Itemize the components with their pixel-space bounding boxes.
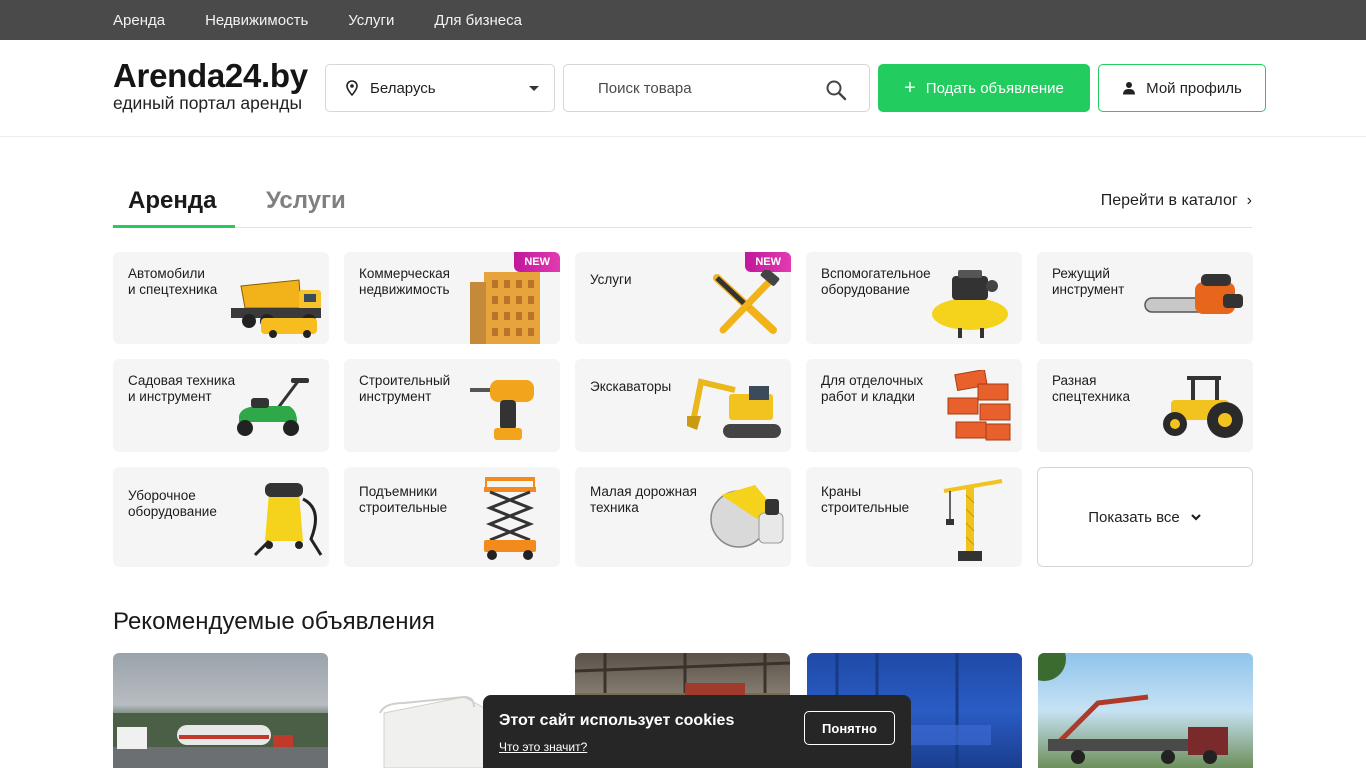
- top-navigation-bar: Аренда Недвижимость Услуги Для бизнеса: [0, 0, 1366, 40]
- top-nav-business[interactable]: Для бизнеса: [434, 12, 522, 29]
- lawnmower-icon: [237, 378, 309, 436]
- category-label: Для отделочных работ и кладки: [821, 373, 924, 404]
- region-select-value: Беларусь: [370, 79, 436, 97]
- top-nav-services[interactable]: Услуги: [348, 12, 394, 29]
- dump-truck-icon: [231, 279, 321, 338]
- compressor-icon: [932, 270, 1008, 338]
- site-header: Arenda24.by единый портал аренды Беларус…: [0, 40, 1366, 137]
- logo-name: Arenda24.by: [113, 57, 308, 94]
- category-card-lifts[interactable]: Подъемники строительные: [344, 467, 560, 567]
- search-input[interactable]: [565, 66, 815, 110]
- site-logo[interactable]: Arenda24.by единый портал аренды: [113, 57, 308, 113]
- category-card-cranes[interactable]: Краны строительные: [806, 467, 1022, 567]
- category-label: Вспомогательное оборудование: [821, 266, 931, 297]
- top-nav-rent[interactable]: Аренда: [113, 12, 165, 29]
- category-label: Краны строительные: [821, 484, 910, 515]
- category-label: Уборочное оборудование: [128, 488, 217, 519]
- catalog-link-label: Перейти в каталог: [1100, 192, 1238, 209]
- drill-icon: [470, 380, 534, 440]
- category-card-vehicles[interactable]: Автомобили и спецтехника: [113, 252, 329, 344]
- building-icon: [470, 272, 540, 344]
- show-all-button[interactable]: Показать все: [1037, 467, 1253, 567]
- category-label: Малая дорожная техника: [590, 484, 697, 515]
- tools-icon: [713, 270, 780, 334]
- show-all-label: Показать все: [1088, 508, 1180, 526]
- category-card-cleaning[interactable]: Уборочное оборудование: [113, 467, 329, 567]
- category-card-excavators[interactable]: Экскаваторы: [575, 359, 791, 452]
- category-card-finishing-masonry[interactable]: Для отделочных работ и кладки: [806, 359, 1022, 452]
- excavator-icon: [687, 378, 781, 438]
- listing-card[interactable]: [113, 653, 328, 768]
- cookie-accept-button[interactable]: Понятно: [804, 711, 895, 745]
- post-ad-button[interactable]: + Подать объявление: [878, 64, 1090, 112]
- plus-icon: +: [904, 77, 916, 99]
- category-card-commercial-realty[interactable]: Коммерческая недвижимость NEW: [344, 252, 560, 344]
- road-saw-icon: [710, 485, 784, 548]
- category-card-aux-equipment[interactable]: Вспомогательное оборудование: [806, 252, 1022, 344]
- top-nav-links: Аренда Недвижимость Услуги Для бизнеса: [113, 0, 522, 40]
- listing-card[interactable]: [1038, 653, 1253, 768]
- category-card-misc-machinery[interactable]: Разная спецтехника: [1037, 359, 1253, 452]
- listing-photo: [1038, 653, 1228, 764]
- tractor-icon: [1163, 376, 1243, 438]
- cookie-more-link[interactable]: Что это значит?: [499, 740, 587, 754]
- logo-tagline: единый портал аренды: [113, 93, 303, 113]
- new-badge: NEW: [745, 252, 791, 272]
- search-box: [563, 64, 870, 112]
- region-select[interactable]: Беларусь: [325, 64, 555, 112]
- recommended-heading: Рекомендуемые объявления: [113, 608, 435, 635]
- category-card-road-machinery[interactable]: Малая дорожная техника: [575, 467, 791, 567]
- crane-icon: [943, 479, 1003, 561]
- chevron-down-icon: [529, 86, 539, 91]
- category-label: Строительный инструмент: [359, 373, 451, 404]
- top-nav-realty[interactable]: Недвижимость: [205, 12, 308, 29]
- category-card-garden[interactable]: Садовая техника и инструмент: [113, 359, 329, 452]
- category-label: Разная спецтехника: [1052, 373, 1131, 404]
- user-icon: [1123, 82, 1136, 95]
- category-label: Услуги: [590, 272, 632, 287]
- location-pin-icon: [346, 80, 358, 96]
- category-card-cutting-tools[interactable]: Режущий инструмент: [1037, 252, 1253, 344]
- profile-button[interactable]: Мой профиль: [1098, 64, 1266, 112]
- bricks-icon: [947, 370, 1011, 441]
- category-label: Коммерческая недвижимость: [359, 266, 450, 297]
- category-tabs: Аренда Услуги Перейти в каталог ›: [113, 180, 1252, 228]
- vacuum-icon: [253, 483, 323, 557]
- cookie-banner: Этот сайт использует cookies Что это зна…: [483, 695, 911, 768]
- catalog-link[interactable]: Перейти в каталог ›: [1101, 192, 1252, 210]
- cookie-title: Этот сайт использует cookies: [499, 712, 735, 729]
- search-icon[interactable]: [825, 79, 847, 101]
- profile-label: Мой профиль: [1146, 79, 1242, 97]
- category-card-services[interactable]: Услуги NEW: [575, 252, 791, 344]
- post-ad-label: Подать объявление: [925, 79, 1064, 97]
- category-label: Подъемники строительные: [359, 484, 448, 515]
- tab-rent[interactable]: Аренда: [113, 180, 235, 228]
- scissor-lift-icon: [484, 477, 536, 560]
- category-label: Садовая техника и инструмент: [128, 373, 236, 404]
- chainsaw-icon: [1144, 274, 1243, 314]
- listing-photo: [113, 713, 328, 768]
- tab-services[interactable]: Услуги: [251, 180, 361, 228]
- category-card-construction-tools[interactable]: Строительный инструмент: [344, 359, 560, 452]
- chevron-right-icon: ›: [1246, 192, 1252, 209]
- chevron-down-icon: [1191, 514, 1201, 521]
